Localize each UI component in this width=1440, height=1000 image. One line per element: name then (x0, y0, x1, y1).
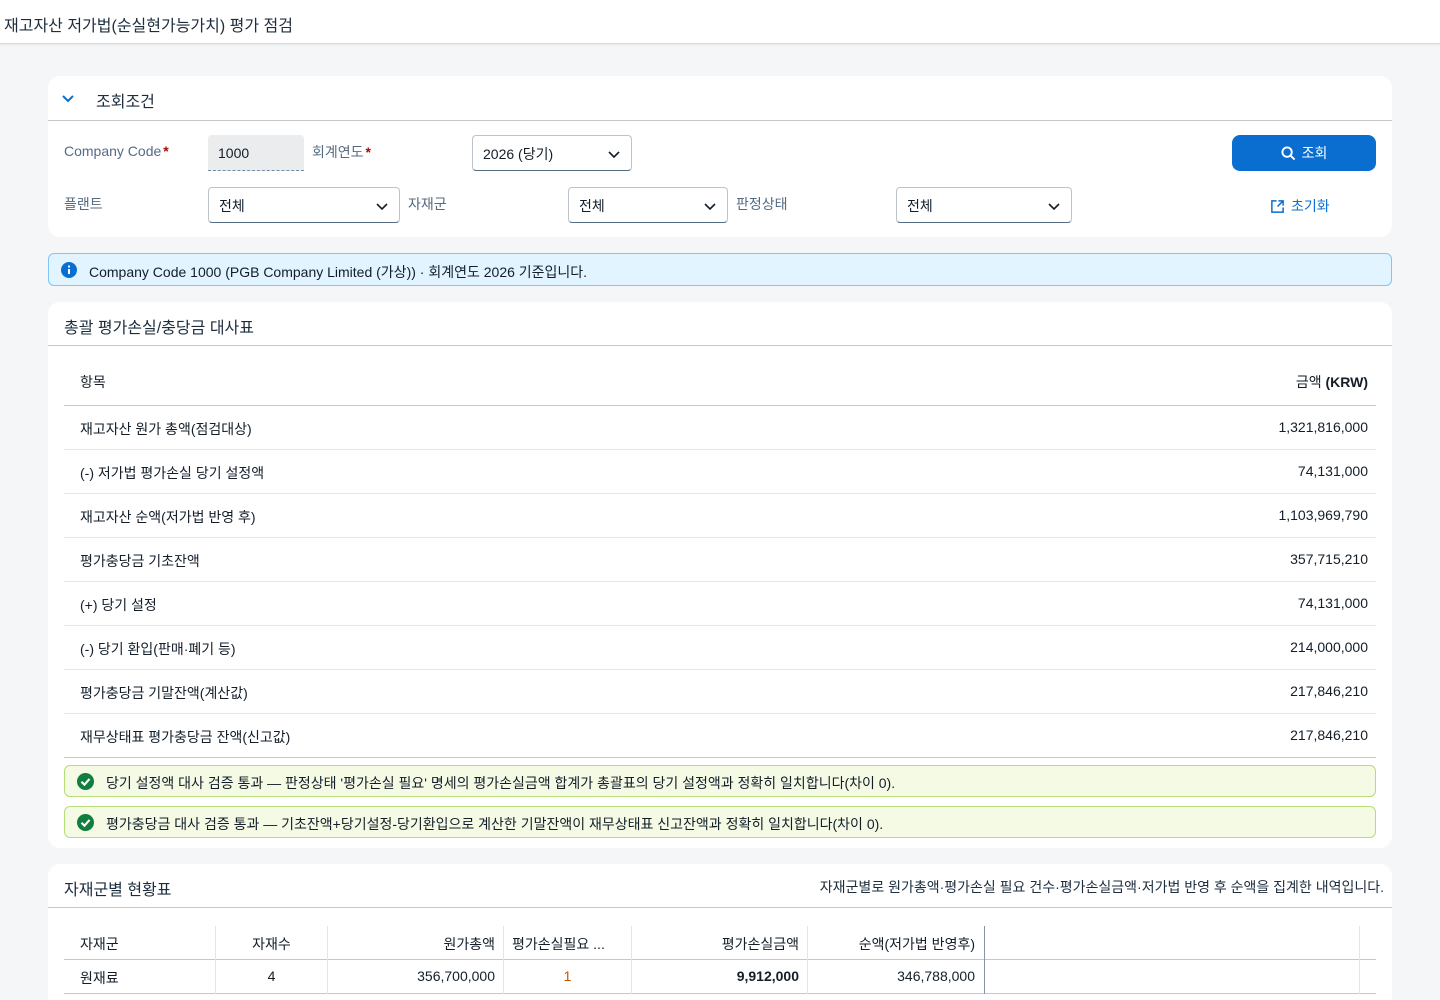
success-message-strip: 평가충당금 대사 검증 통과 — 기초잔액+당기설정-당기환입으로 계산한 기말… (64, 806, 1376, 838)
material-group-table-header: 자재군 자재수 원가총액 평가손실필요 ... 평가손실금액 순액(저가법 반영… (64, 926, 1376, 960)
table-row: 평가충당금 기초잔액 357,715,210 (64, 538, 1376, 582)
material-group-header: 자재군별 현황표 자재군별로 원가총액·평가손실 필요 건수·평가손실금액·저가… (48, 864, 1392, 908)
row-amount: 1,103,969,790 (1278, 507, 1368, 523)
row-item: 재고자산 원가 총액(점검대상) (80, 421, 252, 437)
material-group-description: 자재군별로 원가총액·평가손실 필요 건수·평가손실금액·저가법 반영 후 순액… (819, 879, 1384, 895)
material-group-title: 자재군별 현황표 (64, 882, 172, 899)
table-row: 재고자산 원가 총액(점검대상) 1,321,816,000 (64, 406, 1376, 450)
row-item: (-) 저가법 평가손실 당기 설정액 (80, 465, 265, 481)
row-item: (-) 당기 환입(판매·폐기 등) (80, 641, 236, 657)
chevron-down-icon (1048, 203, 1060, 211)
chevron-down-icon (376, 203, 388, 211)
column-divider (984, 926, 985, 994)
column-header-item: 항목 (80, 374, 106, 390)
row-item: 평가충당금 기말잔액(계산값) (80, 685, 248, 701)
fiscal-year-label: 회계연도 * (312, 144, 371, 160)
search-icon (1281, 146, 1295, 161)
table-row: 평가충당금 기말잔액(계산값) 217,846,210 (64, 670, 1376, 714)
info-message-text: Company Code 1000 (PGB Company Limited (… (89, 264, 588, 280)
cell-net-amount: 346,788,000 (897, 968, 975, 984)
material-group-select[interactable]: 전체 (568, 187, 728, 223)
information-icon (61, 262, 77, 278)
material-group-label: 자재군 (408, 196, 447, 212)
material-group-value: 전체 (579, 198, 605, 214)
column-header-material-count[interactable]: 자재수 (216, 926, 327, 960)
success-check-icon (77, 773, 94, 790)
row-amount: 217,846,210 (1290, 727, 1368, 743)
summary-header: 총괄 평가손실/충당금 대사표 (48, 302, 1392, 346)
column-header-material-group[interactable]: 자재군 (80, 926, 210, 960)
material-group-panel: 자재군별 현황표 자재군별로 원가총액·평가손실 필요 건수·평가손실금액·저가… (48, 864, 1392, 1000)
fiscal-year-select[interactable]: 2026 (당기) (472, 135, 632, 171)
row-item: 재고자산 순액(저가법 반영 후) (80, 509, 256, 525)
cell-material-group: 원재료 (80, 970, 119, 986)
company-code-field[interactable]: 1000 (208, 135, 304, 171)
judgement-status-label: 판정상태 (736, 196, 788, 212)
column-divider (631, 926, 632, 994)
column-header-loss-needed-count[interactable]: 평가손실필요 ... (512, 926, 632, 960)
page-title: 재고자산 저가법(순실현가능가치) 평가 점검 (4, 18, 293, 35)
column-divider (807, 926, 808, 994)
column-divider (1359, 926, 1360, 994)
column-header-cost-total[interactable]: 원가총액 (328, 926, 495, 960)
summary-title: 총괄 평가손실/충당금 대사표 (64, 320, 254, 337)
row-amount: 217,846,210 (1290, 683, 1368, 699)
filter-header[interactable]: 조회조건 (48, 76, 1392, 121)
row-amount: 357,715,210 (1290, 551, 1368, 567)
table-row: (-) 당기 환입(판매·폐기 등) 214,000,000 (64, 626, 1376, 670)
table-row: (+) 당기 설정 74,131,000 (64, 582, 1376, 626)
row-amount: 74,131,000 (1297, 595, 1368, 611)
filter-panel: 조회조건 Company Code * 1000 회계연도 * 2026 (당기) … (48, 76, 1392, 237)
cell-cost-total: 356,700,000 (417, 968, 495, 984)
filter-title: 조회조건 (96, 94, 155, 111)
row-amount: 74,131,000 (1297, 463, 1368, 479)
column-divider (327, 926, 328, 994)
reset-icon (1271, 200, 1284, 213)
row-item: 평가충당금 기초잔액 (80, 553, 200, 569)
summary-table: 항목 금액 (KRW) 재고자산 원가 총액(점검대상) 1,321,816,00… (64, 360, 1376, 758)
column-header-loss-amount[interactable]: 평가손실금액 (632, 926, 799, 960)
plant-select[interactable]: 전체 (208, 187, 400, 223)
table-row: (-) 저가법 평가손실 당기 설정액 74,131,000 (64, 450, 1376, 494)
cell-loss-needed-count: 1 (563, 968, 572, 984)
row-item: (+) 당기 설정 (80, 597, 157, 613)
chevron-down-icon[interactable] (60, 90, 76, 106)
material-group-table: 자재군 자재수 원가총액 평가손실필요 ... 평가손실금액 순액(저가법 반영… (64, 926, 1376, 994)
fiscal-year-value: 2026 (당기) (483, 146, 554, 162)
cell-loss-amount: 9,912,000 (736, 968, 799, 984)
row-item: 재무상태표 평가충당금 잔액(신고값) (80, 729, 291, 745)
chevron-down-icon (608, 151, 620, 159)
plant-value: 전체 (219, 198, 245, 214)
table-row: 재고자산 순액(저가법 반영 후) 1,103,969,790 (64, 494, 1376, 538)
search-button[interactable]: 조회 (1232, 135, 1376, 171)
cell-material-count: 4 (267, 968, 276, 984)
summary-table-header: 항목 금액 (KRW) (64, 360, 1376, 406)
company-code-label: Company Code * (64, 143, 169, 159)
column-divider (215, 926, 216, 994)
success-message-text: 평가충당금 대사 검증 통과 — 기초잔액+당기설정-당기환입으로 계산한 기말… (106, 816, 884, 832)
column-header-amount: 금액 (KRW) (1295, 374, 1368, 390)
plant-label: 플랜트 (64, 196, 103, 212)
table-row: 재무상태표 평가충당금 잔액(신고값) 217,846,210 (64, 714, 1376, 758)
success-message-strip: 당기 설정액 대사 검증 통과 — 판정상태 '평가손실 필요' 명세의 평가손… (64, 765, 1376, 797)
summary-panel: 총괄 평가손실/충당금 대사표 항목 금액 (KRW) 재고자산 원가 총액(점… (48, 302, 1392, 848)
column-divider (503, 926, 504, 994)
judgement-status-value: 전체 (907, 198, 933, 214)
reset-button[interactable]: 초기화 (1270, 194, 1370, 218)
judgement-status-select[interactable]: 전체 (896, 187, 1072, 223)
info-message-strip: Company Code 1000 (PGB Company Limited (… (48, 253, 1392, 286)
success-message-text: 당기 설정액 대사 검증 통과 — 판정상태 '평가손실 필요' 명세의 평가손… (106, 775, 896, 791)
page-header: 재고자산 저가법(순실현가능가치) 평가 점검 (0, 0, 1440, 44)
chevron-down-icon (704, 203, 716, 211)
success-check-icon (77, 814, 94, 831)
column-header-net-amount[interactable]: 순액(저가법 반영후) (808, 926, 975, 960)
row-amount: 214,000,000 (1290, 639, 1368, 655)
row-amount: 1,321,816,000 (1278, 419, 1368, 435)
table-row[interactable]: 원재료 4 356,700,000 1 9,912,000 346,788,00… (64, 960, 1376, 994)
